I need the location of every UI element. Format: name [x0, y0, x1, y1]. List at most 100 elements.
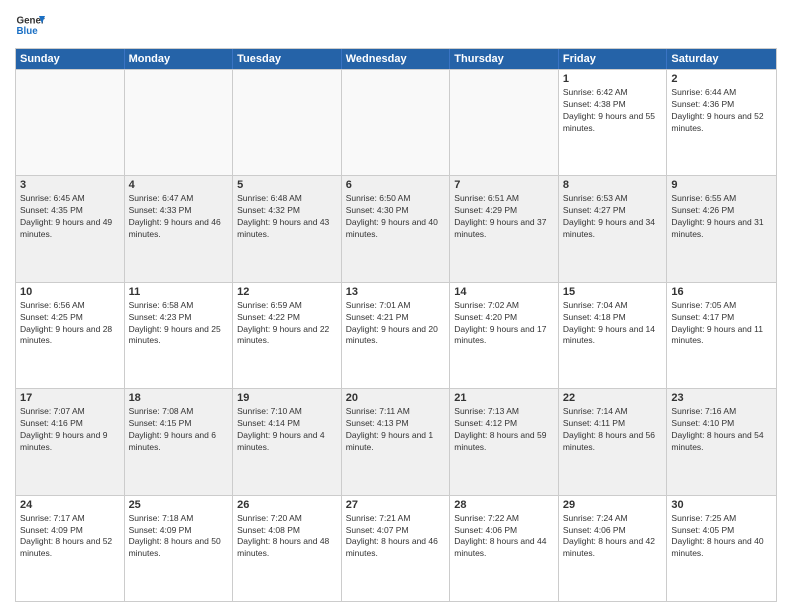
day-number: 2 [671, 73, 772, 85]
day-info: Sunrise: 7:25 AM Sunset: 4:05 PM Dayligh… [671, 513, 772, 561]
day-info: Sunrise: 7:13 AM Sunset: 4:12 PM Dayligh… [454, 406, 554, 454]
day-info: Sunrise: 6:59 AM Sunset: 4:22 PM Dayligh… [237, 300, 337, 348]
day-info: Sunrise: 7:01 AM Sunset: 4:21 PM Dayligh… [346, 300, 446, 348]
day-number: 5 [237, 179, 337, 191]
calendar-row-5: 24 Sunrise: 7:17 AM Sunset: 4:09 PM Dayli… [16, 495, 776, 601]
day-info: Sunrise: 7:16 AM Sunset: 4:10 PM Dayligh… [671, 406, 772, 454]
day-number: 8 [563, 179, 663, 191]
day-number: 11 [129, 286, 229, 298]
day-cell-18: 18Sunrise: 7:08 AM Sunset: 4:15 PM Dayli… [125, 389, 234, 494]
header-cell-wednesday: Wednesday [342, 49, 451, 69]
day-cell-1: 1 Sunrise: 6:42 AM Sunset: 4:38 PM Daylig… [559, 70, 668, 175]
day-cell-16: 16Sunrise: 7:05 AM Sunset: 4:17 PM Dayli… [667, 283, 776, 388]
day-number: 24 [20, 499, 120, 511]
day-cell-28: 28 Sunrise: 7:22 AM Sunset: 4:06 PM Dayli… [450, 496, 559, 601]
day-info: Sunrise: 7:07 AM Sunset: 4:16 PM Dayligh… [20, 406, 120, 454]
header-cell-sunday: Sunday [16, 49, 125, 69]
empty-cell [450, 70, 559, 175]
header-cell-tuesday: Tuesday [233, 49, 342, 69]
day-cell-5: 5Sunrise: 6:48 AM Sunset: 4:32 PM Daylig… [233, 176, 342, 281]
day-cell-17: 17 Sunrise: 7:07 AM Sunset: 4:16 PM Dayli… [16, 389, 125, 494]
day-cell-8: 8Sunrise: 6:53 AM Sunset: 4:27 PM Daylig… [559, 176, 668, 281]
header-cell-saturday: Saturday [667, 49, 776, 69]
day-cell-12: 12 Sunrise: 6:59 AM Sunset: 4:22 PM Dayli… [233, 283, 342, 388]
day-cell-4: 4 Sunrise: 6:47 AM Sunset: 4:33 PM Daylig… [125, 176, 234, 281]
svg-text:Blue: Blue [17, 26, 39, 37]
day-number: 4 [129, 179, 229, 191]
day-info: Sunrise: 6:50 AM Sunset: 4:30 PM Dayligh… [346, 193, 446, 241]
calendar-row-2: 3Sunrise: 6:45 AM Sunset: 4:35 PM Daylig… [16, 175, 776, 281]
day-cell-24: 24 Sunrise: 7:17 AM Sunset: 4:09 PM Dayli… [16, 496, 125, 601]
day-cell-9: 9 Sunrise: 6:55 AM Sunset: 4:26 PM Daylig… [667, 176, 776, 281]
calendar-row-3: 10 Sunrise: 6:56 AM Sunset: 4:25 PM Dayli… [16, 282, 776, 388]
day-number: 30 [671, 499, 772, 511]
day-cell-30: 30 Sunrise: 7:25 AM Sunset: 4:05 PM Dayli… [667, 496, 776, 601]
calendar-row-1: 1 Sunrise: 6:42 AM Sunset: 4:38 PM Daylig… [16, 69, 776, 175]
day-info: Sunrise: 7:18 AM Sunset: 4:09 PM Dayligh… [129, 513, 229, 561]
day-cell-3: 3Sunrise: 6:45 AM Sunset: 4:35 PM Daylig… [16, 176, 125, 281]
day-number: 22 [563, 392, 663, 404]
day-number: 17 [20, 392, 120, 404]
day-cell-2: 2 Sunrise: 6:44 AM Sunset: 4:36 PM Daylig… [667, 70, 776, 175]
day-number: 9 [671, 179, 772, 191]
day-number: 28 [454, 499, 554, 511]
day-cell-27: 27 Sunrise: 7:21 AM Sunset: 4:07 PM Dayli… [342, 496, 451, 601]
day-info: Sunrise: 7:05 AM Sunset: 4:17 PM Dayligh… [671, 300, 772, 348]
day-number: 26 [237, 499, 337, 511]
day-info: Sunrise: 6:58 AM Sunset: 4:23 PM Dayligh… [129, 300, 229, 348]
day-number: 12 [237, 286, 337, 298]
day-cell-22: 22 Sunrise: 7:14 AM Sunset: 4:11 PM Dayli… [559, 389, 668, 494]
day-info: Sunrise: 6:51 AM Sunset: 4:29 PM Dayligh… [454, 193, 554, 241]
calendar-row-4: 17 Sunrise: 7:07 AM Sunset: 4:16 PM Dayli… [16, 388, 776, 494]
day-cell-6: 6 Sunrise: 6:50 AM Sunset: 4:30 PM Daylig… [342, 176, 451, 281]
day-info: Sunrise: 7:21 AM Sunset: 4:07 PM Dayligh… [346, 513, 446, 561]
calendar: SundayMondayTuesdayWednesdayThursdayFrid… [15, 48, 777, 602]
day-number: 19 [237, 392, 337, 404]
day-info: Sunrise: 7:22 AM Sunset: 4:06 PM Dayligh… [454, 513, 554, 561]
day-cell-7: 7Sunrise: 6:51 AM Sunset: 4:29 PM Daylig… [450, 176, 559, 281]
day-number: 3 [20, 179, 120, 191]
day-number: 25 [129, 499, 229, 511]
day-cell-14: 14 Sunrise: 7:02 AM Sunset: 4:20 PM Dayli… [450, 283, 559, 388]
day-info: Sunrise: 7:14 AM Sunset: 4:11 PM Dayligh… [563, 406, 663, 454]
day-cell-23: 23 Sunrise: 7:16 AM Sunset: 4:10 PM Dayli… [667, 389, 776, 494]
day-info: Sunrise: 7:04 AM Sunset: 4:18 PM Dayligh… [563, 300, 663, 348]
day-number: 15 [563, 286, 663, 298]
day-cell-21: 21 Sunrise: 7:13 AM Sunset: 4:12 PM Dayli… [450, 389, 559, 494]
day-number: 23 [671, 392, 772, 404]
day-number: 10 [20, 286, 120, 298]
day-info: Sunrise: 7:02 AM Sunset: 4:20 PM Dayligh… [454, 300, 554, 348]
day-info: Sunrise: 6:42 AM Sunset: 4:38 PM Dayligh… [563, 87, 663, 135]
day-info: Sunrise: 7:11 AM Sunset: 4:13 PM Dayligh… [346, 406, 446, 454]
header-cell-thursday: Thursday [450, 49, 559, 69]
day-number: 13 [346, 286, 446, 298]
day-info: Sunrise: 7:20 AM Sunset: 4:08 PM Dayligh… [237, 513, 337, 561]
day-info: Sunrise: 7:10 AM Sunset: 4:14 PM Dayligh… [237, 406, 337, 454]
day-info: Sunrise: 6:55 AM Sunset: 4:26 PM Dayligh… [671, 193, 772, 241]
logo-icon: General Blue [15, 10, 45, 40]
day-cell-20: 20Sunrise: 7:11 AM Sunset: 4:13 PM Dayli… [342, 389, 451, 494]
header-cell-monday: Monday [125, 49, 234, 69]
day-info: Sunrise: 7:08 AM Sunset: 4:15 PM Dayligh… [129, 406, 229, 454]
page-header: General Blue [15, 10, 777, 40]
day-number: 14 [454, 286, 554, 298]
day-number: 21 [454, 392, 554, 404]
day-cell-25: 25 Sunrise: 7:18 AM Sunset: 4:09 PM Dayli… [125, 496, 234, 601]
day-number: 1 [563, 73, 663, 85]
day-info: Sunrise: 6:56 AM Sunset: 4:25 PM Dayligh… [20, 300, 120, 348]
day-info: Sunrise: 6:44 AM Sunset: 4:36 PM Dayligh… [671, 87, 772, 135]
day-info: Sunrise: 6:47 AM Sunset: 4:33 PM Dayligh… [129, 193, 229, 241]
day-cell-29: 29Sunrise: 7:24 AM Sunset: 4:06 PM Dayli… [559, 496, 668, 601]
header-cell-friday: Friday [559, 49, 668, 69]
day-number: 6 [346, 179, 446, 191]
day-cell-13: 13 Sunrise: 7:01 AM Sunset: 4:21 PM Dayli… [342, 283, 451, 388]
empty-cell [16, 70, 125, 175]
empty-cell [125, 70, 234, 175]
day-cell-11: 11 Sunrise: 6:58 AM Sunset: 4:23 PM Dayli… [125, 283, 234, 388]
day-info: Sunrise: 7:17 AM Sunset: 4:09 PM Dayligh… [20, 513, 120, 561]
day-number: 27 [346, 499, 446, 511]
calendar-header: SundayMondayTuesdayWednesdayThursdayFrid… [16, 49, 776, 69]
day-cell-26: 26 Sunrise: 7:20 AM Sunset: 4:08 PM Dayli… [233, 496, 342, 601]
day-cell-15: 15 Sunrise: 7:04 AM Sunset: 4:18 PM Dayli… [559, 283, 668, 388]
day-info: Sunrise: 7:24 AM Sunset: 4:06 PM Dayligh… [563, 513, 663, 561]
